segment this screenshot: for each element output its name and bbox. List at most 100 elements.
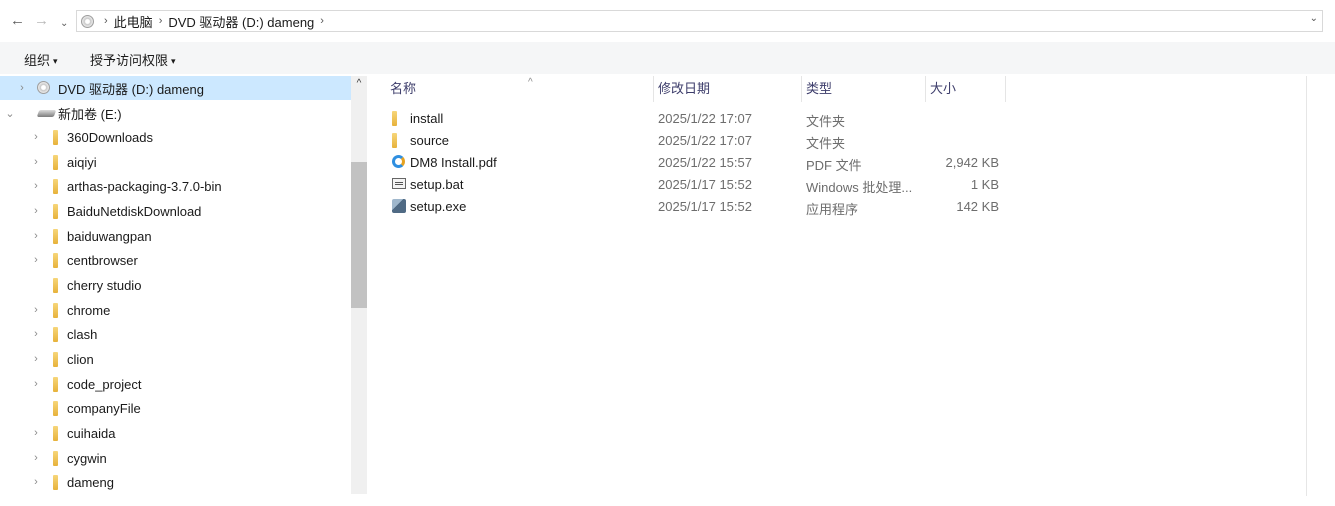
folder-icon (53, 451, 58, 466)
address-dropdown-icon[interactable]: ⌄ (1310, 13, 1318, 24)
tree-item-folder[interactable]: › centbrowser (0, 248, 352, 272)
file-row[interactable]: install 2025/1/22 17:07 文件夹 (386, 108, 1006, 130)
tree-item-folder[interactable]: › clash (0, 322, 352, 346)
breadcrumb-separator-icon[interactable]: › (159, 15, 163, 27)
file-size: 1 KB (970, 177, 999, 192)
file-type: Windows 批处理... (806, 180, 913, 195)
breadcrumb-separator-icon[interactable]: › (104, 15, 108, 27)
scroll-up-icon[interactable]: ^ (351, 76, 367, 92)
tree-item-dvd-drive[interactable]: › DVD 驱动器 (D:) dameng (0, 76, 352, 100)
tree-item-folder[interactable]: › arthas-packaging-3.7.0-bin (0, 174, 352, 198)
tree-item-label: baiduwangpan (67, 228, 152, 244)
file-size: 2,942 KB (945, 155, 1000, 170)
tree-item-label: aiqiyi (67, 154, 97, 170)
folder-icon (53, 303, 58, 318)
tree-item-folder[interactable]: › aiqiyi (0, 150, 352, 174)
tree-item-label: DVD 驱动器 (D:) dameng (58, 81, 204, 97)
expand-chevron-icon[interactable]: › (30, 156, 42, 168)
navigation-pane[interactable]: › DVD 驱动器 (D:) dameng ⌄ 新加卷 (E:) › 360Do… (0, 76, 352, 506)
folder-icon (53, 179, 58, 194)
file-modified: 2025/1/22 17:07 (658, 133, 752, 148)
tree-item-label: arthas-packaging-3.7.0-bin (67, 178, 222, 194)
tree-item-label: chrome (67, 302, 111, 318)
address-row: ← → ⌄ › 此电脑 › DVD 驱动器 (D:) dameng › ⌄ (0, 0, 1335, 42)
column-header-size[interactable]: 大小 (926, 76, 1006, 102)
recent-locations-chevron-icon[interactable]: ⌄ (60, 15, 68, 33)
expand-chevron-icon[interactable]: › (30, 230, 42, 242)
expand-chevron-icon[interactable]: › (30, 378, 42, 390)
expand-chevron-icon[interactable]: › (30, 205, 42, 217)
navigation-scrollbar[interactable]: ^ (351, 76, 367, 494)
tree-item-folder[interactable]: › dameng (0, 470, 352, 494)
folder-icon (53, 155, 58, 170)
tree-item-label: BaiduNetdiskDownload (67, 203, 202, 219)
column-header-name[interactable]: 名称 ^ (386, 76, 654, 102)
tree-item-label: dameng (67, 474, 114, 490)
breadcrumb-this-pc[interactable]: 此电脑 (114, 12, 153, 31)
collapse-chevron-icon[interactable]: ⌄ (4, 107, 16, 120)
grant-access-label: 授予访问权限 (90, 53, 169, 68)
tree-item-label: code_project (67, 376, 142, 392)
caret-down-icon: ▾ (53, 56, 58, 66)
column-header-type[interactable]: 类型 (802, 76, 926, 102)
expand-chevron-icon[interactable]: › (30, 131, 42, 143)
file-modified: 2025/1/22 17:07 (658, 111, 752, 126)
tree-item-folder[interactable]: › clion (0, 347, 352, 371)
expand-chevron-icon[interactable]: › (30, 304, 42, 316)
tree-item-folder[interactable]: › code_project (0, 372, 352, 396)
file-modified: 2025/1/17 15:52 (658, 177, 752, 192)
expand-chevron-icon[interactable]: › (30, 476, 42, 488)
column-header-row: 名称 ^ 修改日期 类型 大小 (368, 76, 1008, 102)
tree-item-folder[interactable]: cherry studio (0, 273, 352, 297)
sort-ascending-icon: ^ (528, 77, 533, 88)
forward-arrow-icon[interactable]: → (34, 12, 49, 30)
breadcrumb-dvd-drive[interactable]: DVD 驱动器 (D:) dameng (168, 12, 314, 31)
expand-chevron-icon[interactable]: › (30, 328, 42, 340)
expand-chevron-icon[interactable]: › (30, 353, 42, 365)
tree-item-folder[interactable]: › BaiduNetdiskDownload (0, 199, 352, 223)
tree-item-folder[interactable]: › baiduwangpan (0, 224, 352, 248)
drive-icon (36, 110, 57, 117)
column-header-modified[interactable]: 修改日期 (654, 76, 802, 102)
expand-chevron-icon[interactable]: › (30, 427, 42, 439)
organize-label: 组织 (24, 53, 51, 68)
tree-item-label: clion (67, 351, 94, 367)
exe-icon (392, 199, 406, 213)
file-type: 应用程序 (806, 202, 859, 217)
expand-chevron-icon[interactable]: › (30, 254, 42, 266)
file-size: 142 KB (956, 199, 999, 214)
expand-chevron-icon[interactable]: › (30, 452, 42, 464)
tree-item-folder[interactable]: › cygwin (0, 446, 352, 470)
folder-icon (53, 475, 58, 490)
tree-item-folder[interactable]: › cuihaida (0, 421, 352, 445)
tree-item-label: cygwin (67, 450, 107, 466)
scrollbar-thumb[interactable] (351, 162, 367, 308)
file-name: source (410, 133, 450, 148)
folder-icon (53, 352, 58, 367)
tree-item-folder[interactable]: companyFile (0, 396, 352, 420)
expand-chevron-icon[interactable]: › (30, 180, 42, 192)
file-modified: 2025/1/22 15:57 (658, 155, 752, 170)
file-type: 文件夹 (806, 114, 846, 129)
file-name: install (410, 111, 444, 126)
tree-item-folder[interactable]: › chrome (0, 298, 352, 322)
tree-item-folder[interactable]: › 360Downloads (0, 125, 352, 149)
folder-icon (53, 377, 58, 392)
expand-chevron-icon[interactable]: › (16, 82, 28, 94)
folder-icon (53, 401, 58, 416)
grant-access-button[interactable]: 授予访问权限 ▾ (90, 50, 176, 69)
file-row[interactable]: setup.bat 2025/1/17 15:52 Windows 批处理...… (386, 174, 1006, 196)
tree-item-label: cherry studio (67, 277, 142, 293)
file-list[interactable]: 名称 ^ 修改日期 类型 大小 install 2025/1/22 17:07 … (368, 76, 1308, 496)
file-row[interactable]: setup.exe 2025/1/17 15:52 应用程序 142 KB (386, 196, 1006, 218)
tree-item-label: centbrowser (67, 252, 138, 268)
file-row[interactable]: source 2025/1/22 17:07 文件夹 (386, 130, 1006, 152)
back-arrow-icon[interactable]: ← (10, 12, 25, 30)
tree-item-new-volume-e[interactable]: ⌄ 新加卷 (E:) (0, 101, 352, 125)
breadcrumb-separator-icon[interactable]: › (320, 15, 324, 27)
file-row[interactable]: DM8 Install.pdf 2025/1/22 15:57 PDF 文件 2… (386, 152, 1006, 174)
folder-icon (392, 133, 397, 148)
organize-button[interactable]: 组织 ▾ (24, 50, 58, 69)
disc-drive-icon (81, 14, 94, 28)
address-bar[interactable]: › 此电脑 › DVD 驱动器 (D:) dameng › ⌄ (76, 10, 1323, 32)
